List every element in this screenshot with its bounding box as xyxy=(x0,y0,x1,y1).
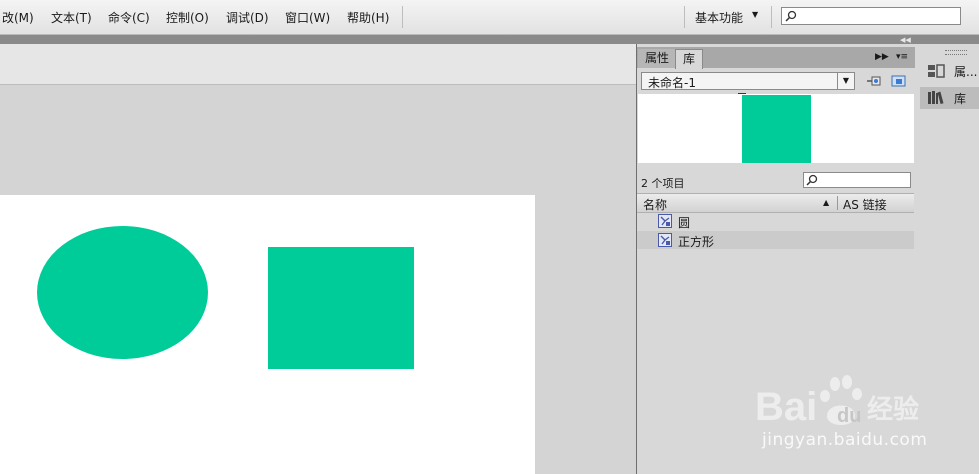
dock-item-properties[interactable]: 属... xyxy=(920,60,979,82)
menu-text[interactable]: 文本(T) xyxy=(51,9,92,26)
graphic-symbol-icon xyxy=(658,233,672,247)
menu-commands[interactable]: 命令(C) xyxy=(108,9,150,26)
svg-text:du: du xyxy=(837,405,861,427)
collapse-panels-icon[interactable]: ◀◀ xyxy=(900,36,911,44)
tab-properties[interactable]: 属性 xyxy=(638,49,677,68)
svg-text:Bai: Bai xyxy=(755,385,817,429)
panel-tab-bar: 属性 库 ▶▶ ▾≡ xyxy=(637,47,915,69)
column-name-header[interactable]: 名称 xyxy=(643,196,667,213)
menu-bar: 改(M) 文本(T) 命令(C) 控制(O) 调试(D) 窗口(W) 帮助(H)… xyxy=(0,0,979,35)
tab-library[interactable]: 库 xyxy=(675,49,704,69)
library-item-label: 圆 xyxy=(678,216,691,230)
graphic-symbol-icon xyxy=(658,214,672,228)
dock-grip[interactable] xyxy=(945,50,967,55)
library-column-header: 名称 ▲ AS 链接 xyxy=(637,193,914,213)
library-item-row[interactable]: 正方形 xyxy=(637,231,914,249)
chevron-down-icon[interactable]: ▼ xyxy=(752,10,758,19)
library-books-icon xyxy=(928,91,944,105)
square-shape[interactable] xyxy=(268,247,414,369)
search-icon xyxy=(785,10,797,22)
collapsed-panel-dock: 属... 库 xyxy=(915,44,979,474)
timeline-area xyxy=(0,44,636,85)
menu-help[interactable]: 帮助(H) xyxy=(347,9,389,26)
chevron-down-icon[interactable]: ▼ xyxy=(837,73,854,89)
dock-item-label: 库 xyxy=(954,92,967,106)
svg-text:经验: 经验 xyxy=(867,394,919,425)
dock-item-library[interactable]: 库 xyxy=(920,87,979,109)
menu-separator xyxy=(684,6,685,28)
library-preview xyxy=(638,93,914,163)
document-name: 未命名-1 xyxy=(648,76,696,90)
column-divider[interactable] xyxy=(837,196,838,210)
pin-library-icon[interactable] xyxy=(866,74,882,88)
menu-control[interactable]: 控制(O) xyxy=(166,9,209,26)
library-item-label: 正方形 xyxy=(678,235,715,249)
library-status-row: 2 个项目 xyxy=(637,170,915,190)
library-document-select[interactable]: 未命名-1 ▼ xyxy=(641,72,855,90)
menu-window[interactable]: 窗口(W) xyxy=(285,9,330,26)
watermark-url: jingyan.baidu.com xyxy=(762,430,928,450)
circle-shape[interactable] xyxy=(37,226,208,359)
menu-modify[interactable]: 改(M) xyxy=(2,9,34,26)
baidu-jingyan-watermark-logo: Bai du 经验 xyxy=(755,375,919,429)
column-linkage-header[interactable]: AS 链接 xyxy=(843,196,887,213)
sort-ascending-icon[interactable]: ▲ xyxy=(823,198,829,207)
menu-separator xyxy=(771,6,772,28)
menu-debug[interactable]: 调试(D) xyxy=(226,9,269,26)
workspace-switcher[interactable]: 基本功能 xyxy=(695,9,743,26)
dock-item-label: 属... xyxy=(954,65,978,79)
panel-menu-icon[interactable]: ▾≡ xyxy=(896,52,908,62)
search-icon xyxy=(806,174,818,186)
preview-square-shape xyxy=(742,95,811,163)
library-item-row[interactable]: 圆 xyxy=(637,212,914,230)
library-search-input[interactable] xyxy=(803,172,911,188)
menu-separator xyxy=(402,6,403,28)
help-search-input[interactable] xyxy=(781,7,961,25)
new-library-panel-icon[interactable] xyxy=(891,74,907,88)
properties-icon xyxy=(928,64,945,78)
panel-collapse-icon[interactable]: ▶▶ xyxy=(875,52,889,62)
item-count: 2 个项目 xyxy=(641,177,685,190)
panel-divider-strip xyxy=(0,35,979,44)
